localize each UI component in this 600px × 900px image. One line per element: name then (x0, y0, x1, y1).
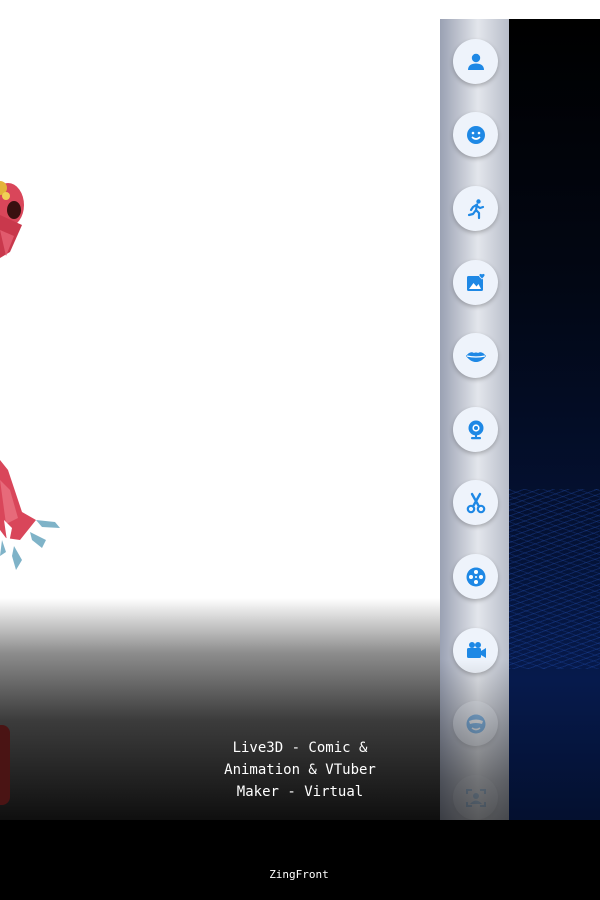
character-illustration (0, 0, 440, 620)
footer-bar (0, 820, 600, 900)
character-head-ornament (0, 181, 24, 258)
app-screen: Live3D - Comic & Animation & VTuber Make… (0, 0, 600, 900)
character-dress (0, 460, 60, 570)
tool-sidebar (440, 19, 509, 900)
image-heart-icon (466, 272, 485, 291)
app-title-caption: Live3D - Comic & Animation & VTuber Make… (224, 740, 376, 800)
lip-sync-button[interactable] (453, 333, 498, 378)
scissors-icon (466, 492, 485, 513)
edit-button[interactable] (453, 480, 498, 525)
avatar-button[interactable] (453, 39, 498, 84)
footer-brand[interactable]: ZingFront (0, 868, 598, 881)
particle-wave-decoration (509, 489, 600, 669)
motion-button[interactable] (453, 186, 498, 231)
smiley-face-icon (466, 125, 485, 144)
webcam-button[interactable] (453, 407, 498, 452)
lips-icon (465, 351, 486, 362)
right-background-panel (509, 19, 600, 900)
webcam-icon (468, 420, 483, 439)
film-button[interactable] (453, 554, 498, 599)
background-image-button[interactable] (453, 260, 498, 305)
running-person-icon (467, 198, 484, 219)
face-button[interactable] (453, 112, 498, 157)
film-reel-icon (466, 567, 485, 586)
character-lower-fragment (0, 725, 10, 805)
person-icon (467, 53, 484, 70)
